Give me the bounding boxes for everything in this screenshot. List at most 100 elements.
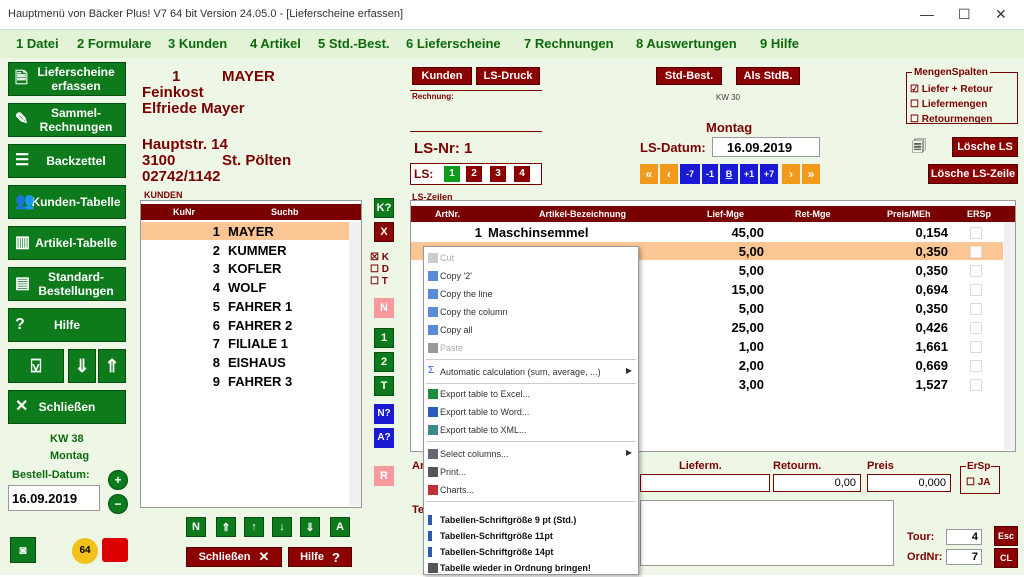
menu-auswertungen[interactable]: 8 Auswertungen: [636, 36, 737, 51]
date-plus-button[interactable]: +: [108, 470, 128, 490]
kunden-tabelle-button[interactable]: 👥 Kunden-Tabelle: [8, 185, 126, 219]
ls-row-lief-mge[interactable]: 15,00: [680, 282, 764, 297]
door-button[interactable]: ⍌: [8, 349, 64, 383]
kunden-row-nr[interactable]: 2: [186, 243, 220, 258]
ordnr-input[interactable]: 7: [946, 549, 982, 565]
menu-formulare[interactable]: 2 Formulare: [77, 36, 151, 51]
kunden-row-nr[interactable]: 4: [186, 280, 220, 295]
kdt-checkboxes[interactable]: ☒ K ☐ D ☐ T: [370, 252, 389, 288]
nav-last-icon[interactable]: »: [802, 164, 820, 184]
als-stdb-button[interactable]: Als StdB.: [736, 67, 800, 85]
close-icon[interactable]: ✕: [995, 6, 1007, 23]
nav-b[interactable]: B: [720, 164, 738, 184]
nav-first-icon[interactable]: «: [640, 164, 658, 184]
artikel-tabelle-button[interactable]: ▥ Artikel-Tabelle: [8, 226, 126, 260]
kunden-row-name[interactable]: FAHRER 2: [228, 318, 292, 333]
menu-print[interactable]: Print...: [424, 463, 638, 481]
menu-std-best[interactable]: 5 Std.-Best.: [318, 36, 390, 51]
ls-row-preis[interactable]: 1,661: [860, 339, 948, 354]
hilfe-button[interactable]: ? Hilfe: [8, 308, 126, 342]
ls-row-preis[interactable]: 0,350: [860, 244, 948, 259]
kunden-row-nr[interactable]: 3: [186, 261, 220, 276]
col-artnr[interactable]: ArtNr.: [435, 209, 460, 219]
ls-row-ersp-checkbox[interactable]: [970, 303, 982, 315]
col-kunr[interactable]: KuNr: [173, 207, 195, 217]
kunden-row-name[interactable]: KUMMER: [228, 243, 287, 258]
schliessen-button[interactable]: ✕ Schließen: [8, 390, 126, 424]
ls-tab-1[interactable]: 1: [444, 166, 460, 182]
btn-2[interactable]: 2: [374, 352, 394, 372]
bottom-schliessen-button[interactable]: Schließen ✕: [186, 547, 282, 567]
nav-minus7[interactable]: -7: [680, 164, 700, 184]
kunden-row-nr[interactable]: 5: [186, 299, 220, 314]
mengen-opt-liefermengen[interactable]: ☐ Liefermengen: [910, 97, 993, 112]
col-preis[interactable]: Preis/MEh: [887, 209, 931, 219]
ls-row-lief-mge[interactable]: 2,00: [680, 358, 764, 373]
ls-row-ersp-checkbox[interactable]: [970, 284, 982, 296]
mengen-opt-liefer-retour[interactable]: ☑ Liefer + Retour: [910, 82, 993, 97]
bottom-hilfe-button[interactable]: Hilfe?: [288, 547, 352, 567]
ls-tab-3[interactable]: 3: [490, 166, 506, 182]
ls-tab-4[interactable]: 4: [514, 166, 530, 182]
kunden-row-name[interactable]: WOLF: [228, 280, 266, 295]
loesche-ls-button[interactable]: Lösche LS: [952, 137, 1018, 157]
esc-button[interactable]: Esc: [994, 526, 1018, 546]
btn-1[interactable]: 1: [374, 328, 394, 348]
menu-export-excel[interactable]: Export table to Excel...: [424, 385, 638, 403]
kunden-row-nr[interactable]: 9: [186, 374, 220, 389]
bottom-n-button[interactable]: N: [186, 517, 206, 537]
n-button[interactable]: N: [374, 298, 394, 318]
r-button[interactable]: R: [374, 466, 394, 486]
kunden-row-name[interactable]: FAHRER 3: [228, 374, 292, 389]
ls-row-lief-mge[interactable]: 45,00: [680, 225, 764, 240]
n-question-button[interactable]: N?: [374, 404, 394, 424]
ls-tab-2[interactable]: 2: [466, 166, 482, 182]
ls-row-lief-mge[interactable]: 5,00: [680, 301, 764, 316]
kunden-row-name[interactable]: KOFLER: [228, 261, 281, 276]
nav-next-icon[interactable]: ›: [782, 164, 800, 184]
date-minus-button[interactable]: −: [108, 494, 128, 514]
up-button[interactable]: ⇑: [98, 349, 126, 383]
cl-button[interactable]: CL: [994, 548, 1018, 568]
ls-row-ersp-checkbox[interactable]: [970, 322, 982, 334]
menu-lieferscheine[interactable]: 6 Lieferscheine: [406, 36, 501, 51]
menu-copy-line[interactable]: Copy the line: [424, 285, 638, 303]
minimize-icon[interactable]: —: [920, 6, 934, 22]
mengen-opt-retourmengen[interactable]: ☐ Retourmengen: [910, 112, 993, 127]
ls-row-lief-mge[interactable]: 5,00: [680, 244, 764, 259]
menu-select-columns[interactable]: Select columns... ▶: [424, 445, 638, 463]
col-lief-mge[interactable]: Lief-Mge: [707, 209, 744, 219]
ls-druck-button[interactable]: LS-Druck: [476, 67, 540, 85]
ls-row-artnr[interactable]: 1: [450, 225, 482, 240]
ls-scrollbar[interactable]: [1004, 222, 1015, 450]
kunden-button[interactable]: Kunden: [412, 67, 472, 85]
kunden-row-name[interactable]: FAHRER 1: [228, 299, 292, 314]
bottom-a-button[interactable]: A: [330, 517, 350, 537]
ls-row-ersp-checkbox[interactable]: [970, 379, 982, 391]
col-ret-mge[interactable]: Ret-Mge: [795, 209, 831, 219]
last-button[interactable]: ⇓: [300, 517, 320, 537]
kunden-row-name[interactable]: FILIALE 1: [228, 336, 288, 351]
menu-paste[interactable]: Paste: [424, 339, 638, 357]
kunden-row-nr[interactable]: 1: [186, 224, 220, 239]
kunden-row-nr[interactable]: 7: [186, 336, 220, 351]
ls-row-ersp-checkbox[interactable]: [970, 246, 982, 258]
ls-row-lief-mge[interactable]: 5,00: [680, 263, 764, 278]
x-button[interactable]: X: [374, 222, 394, 242]
menu-kunden[interactable]: 3 Kunden: [168, 36, 227, 51]
ls-datum-input[interactable]: 16.09.2019: [712, 137, 820, 157]
ls-row-preis[interactable]: 1,527: [860, 377, 948, 392]
menu-copy-cell[interactable]: Copy '2': [424, 267, 638, 285]
ls-row-preis[interactable]: 0,669: [860, 358, 948, 373]
a-question-button[interactable]: A?: [374, 428, 394, 448]
preis-input[interactable]: 0,000: [867, 474, 951, 492]
menu-rechnungen[interactable]: 7 Rechnungen: [524, 36, 614, 51]
k-question-button[interactable]: K?: [374, 198, 394, 218]
col-suchb[interactable]: Suchb: [271, 207, 299, 217]
menu-export-xml[interactable]: Export table to XML...: [424, 421, 638, 439]
menu-copy-column[interactable]: Copy the column: [424, 303, 638, 321]
prev-button[interactable]: ↑: [244, 517, 264, 537]
kunden-scrollbar[interactable]: [349, 222, 361, 506]
menu-datei[interactable]: 1 Datei: [16, 36, 59, 51]
ls-row-preis[interactable]: 0,350: [860, 263, 948, 278]
